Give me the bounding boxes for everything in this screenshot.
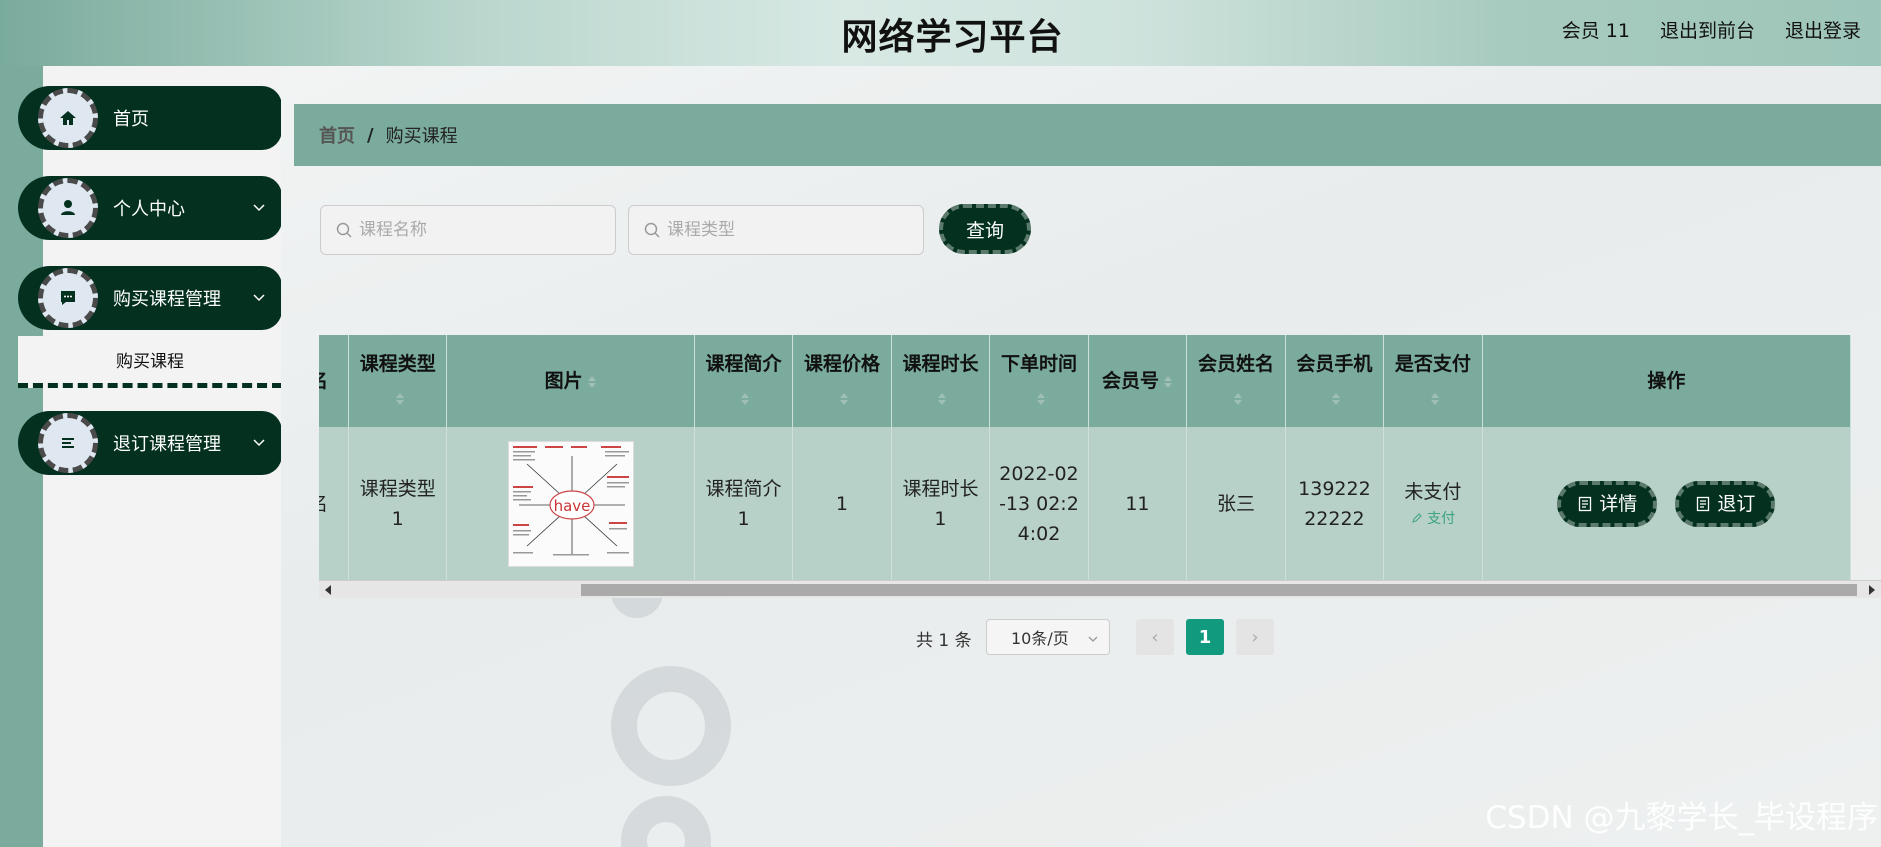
col-header[interactable]: 课程时长 [891, 335, 991, 427]
sidebar-item-unsubscribe-management[interactable]: 退订课程管理 [18, 411, 282, 475]
sidebar-item-home[interactable]: 首页 [18, 86, 282, 150]
sidebar-item-label: 退订课程管理 [113, 434, 221, 455]
background-decoration [611, 666, 731, 786]
document-icon [1579, 496, 1592, 512]
scroll-right-icon[interactable] [1869, 585, 1875, 595]
course-name-search[interactable] [320, 205, 616, 255]
course-name-input[interactable] [359, 220, 599, 240]
cell-course-type: 课程类型1 [348, 427, 448, 581]
sort-icon [1163, 375, 1172, 388]
col-header[interactable]: 名 [319, 335, 349, 427]
sidebar-subitem-purchase-course[interactable]: 购买课程 [18, 336, 282, 388]
home-icon [38, 88, 98, 148]
next-page-button[interactable]: › [1236, 619, 1274, 655]
watermark: CSDN @九黎学长_毕设程序 [1485, 800, 1878, 836]
col-header[interactable]: 课程价格 [792, 335, 892, 427]
cell-image: have [446, 427, 695, 581]
sidebar: 首页 个人中心 购买课程管理 购买课程 退订课程管理 [18, 66, 282, 847]
course-thumbnail[interactable]: have [507, 441, 634, 567]
query-button[interactable]: 查询 [939, 204, 1031, 254]
svg-text:have: have [553, 497, 590, 515]
prev-page-button[interactable]: ‹ [1136, 619, 1174, 655]
col-header[interactable]: 会员姓名 [1186, 335, 1286, 427]
member-label: 会员 11 [1561, 20, 1630, 42]
cell-order-time: 2022-02-13 02:24:02 [989, 427, 1089, 581]
chevron-down-icon [253, 204, 265, 212]
cell-price: 1 [792, 427, 892, 581]
col-header[interactable]: 下单时间 [989, 335, 1089, 427]
chevron-down-icon [253, 294, 265, 302]
cell-member-name: 张三 [1186, 427, 1286, 581]
page-number-button[interactable]: 1 [1186, 619, 1224, 655]
sidebar-item-label: 首页 [113, 109, 149, 130]
sort-icon [1430, 392, 1439, 405]
sort-icon [938, 392, 947, 405]
cell-duration: 课程时长1 [891, 427, 991, 581]
cell-name: 名 [319, 427, 349, 581]
col-header[interactable]: 课程简介 [694, 335, 794, 427]
sidebar-item-label: 个人中心 [113, 199, 185, 220]
breadcrumb-current: 购买课程 [385, 126, 458, 147]
main-content: 首页 / 购买课程 查询 名 课程类型 图片 课程简介 课程价格 [281, 66, 1881, 847]
message-icon [38, 268, 98, 328]
breadcrumb: 首页 / 购买课程 [294, 104, 1881, 166]
exit-to-front-link[interactable]: 退出到前台 [1660, 16, 1755, 43]
sidebar-item-label: 购买课程管理 [113, 289, 221, 310]
pagination: 共 1 条 10条/页 ‹ 1 › [281, 617, 1881, 657]
sidebar-item-personal-center[interactable]: 个人中心 [18, 176, 282, 240]
sort-icon [395, 392, 404, 405]
detail-button[interactable]: 详情 [1557, 481, 1658, 527]
search-icon [644, 222, 660, 238]
cell-member-phone: 13922222222 [1285, 427, 1385, 581]
sort-icon [587, 375, 596, 388]
chevron-down-icon [253, 439, 265, 447]
background-decoration [621, 796, 711, 847]
data-table: 名 课程类型 图片 课程简介 课程价格 课程时长 下单时间 会员号 会员姓名 会… [319, 335, 1881, 599]
pay-link[interactable]: 支付 [1392, 507, 1473, 531]
top-header: 网络学习平台 会员 11 退出到前台 退出登录 [0, 0, 1881, 66]
mindmap-image: have [508, 442, 633, 566]
sort-icon [741, 392, 750, 405]
cell-intro: 课程简介1 [694, 427, 794, 581]
sort-icon [839, 392, 848, 405]
col-header-actions: 操作 [1482, 335, 1852, 427]
search-icon [336, 222, 352, 238]
paid-status: 未支付 [1404, 481, 1462, 503]
col-header[interactable]: 课程类型 [348, 335, 448, 427]
unsubscribe-button[interactable]: 退订 [1675, 481, 1776, 527]
col-header[interactable]: 会员号 [1088, 335, 1188, 427]
cell-actions: 详情 退订 [1482, 427, 1852, 581]
col-header[interactable]: 会员手机 [1285, 335, 1385, 427]
horizontal-scrollbar[interactable] [319, 580, 1881, 598]
table-header-row: 名 课程类型 图片 课程简介 课程价格 课程时长 下单时间 会员号 会员姓名 会… [319, 335, 1852, 427]
header-actions: 会员 11 退出到前台 退出登录 [1562, 16, 1861, 43]
edit-icon [1411, 513, 1422, 523]
breadcrumb-separator: / [367, 124, 374, 146]
scrollbar-thumb[interactable] [581, 584, 1857, 596]
scroll-left-icon[interactable] [325, 585, 331, 595]
col-header[interactable]: 是否支付 [1383, 335, 1483, 427]
course-type-input[interactable] [667, 220, 907, 240]
col-header[interactable]: 图片 [446, 335, 695, 427]
breadcrumb-home[interactable]: 首页 [319, 122, 355, 148]
document-icon [1697, 496, 1710, 512]
course-type-search[interactable] [628, 205, 924, 255]
sort-icon [1036, 392, 1045, 405]
total-count: 共 1 条 [916, 631, 972, 651]
sidebar-item-purchase-management[interactable]: 购买课程管理 [18, 266, 282, 330]
page-size-select[interactable]: 10条/页 [986, 619, 1110, 655]
table-row[interactable]: 名 课程类型1 [319, 427, 1852, 581]
cell-member-no: 11 [1088, 427, 1188, 581]
user-icon [38, 178, 98, 238]
logout-link[interactable]: 退出登录 [1785, 16, 1861, 43]
list-icon [38, 413, 98, 473]
sort-icon [1332, 392, 1341, 405]
sort-icon [1233, 392, 1242, 405]
cell-paid: 未支付 支付 [1383, 427, 1483, 581]
chevron-down-icon [1088, 636, 1098, 642]
